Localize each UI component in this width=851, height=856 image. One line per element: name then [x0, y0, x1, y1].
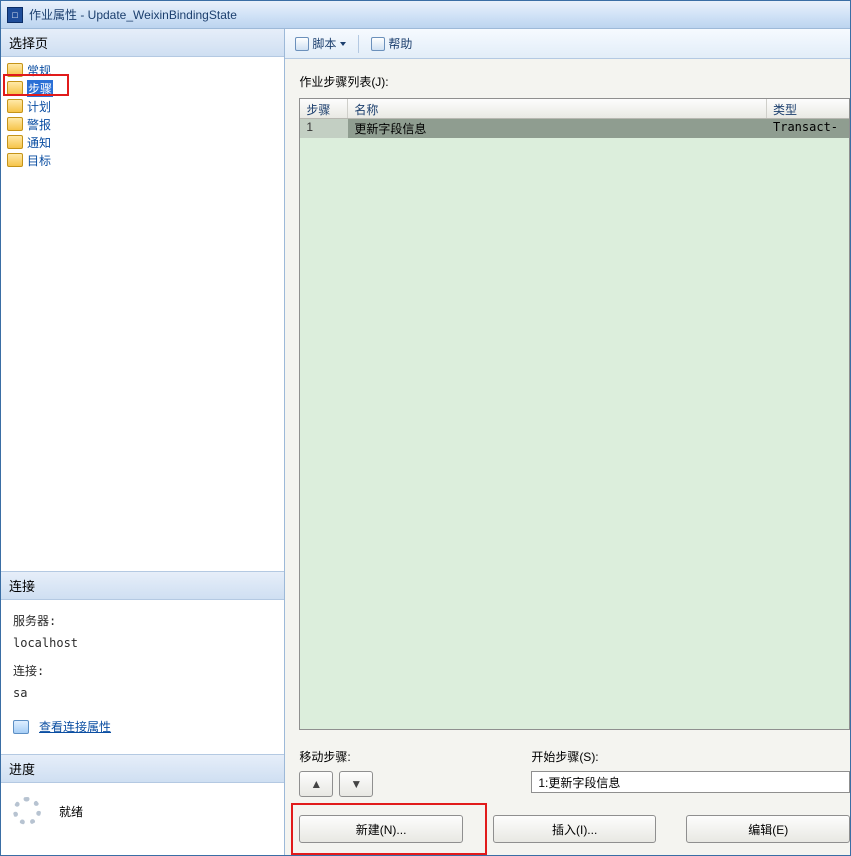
progress-section: 进度 就绪	[1, 754, 284, 855]
spinner-icon	[13, 797, 41, 825]
folder-icon	[7, 117, 23, 131]
server-label: 服务器:	[13, 612, 272, 630]
progress-status: 就绪	[59, 803, 83, 820]
start-step-select[interactable]: 1:更新字段信息	[531, 771, 850, 793]
cell-step: 1	[300, 119, 348, 138]
nav-label: 步骤	[27, 80, 53, 97]
cell-type: Transact-	[767, 119, 849, 138]
insert-button[interactable]: 插入(I)...	[493, 815, 657, 843]
edit-button[interactable]: 编辑(E)	[686, 815, 850, 843]
move-up-button[interactable]: ▲	[299, 771, 333, 797]
select-page-header: 选择页	[1, 29, 284, 57]
nav-label: 计划	[27, 98, 51, 115]
move-step-group: 移动步骤: ▲ ▼	[299, 748, 489, 797]
start-step-group: 开始步骤(S): 1:更新字段信息	[531, 748, 850, 797]
steps-grid[interactable]: 步骤 名称 类型 1 更新字段信息 Transact-	[299, 98, 850, 730]
new-button-label: 新建(N)...	[356, 821, 407, 838]
move-arrow-row: ▲ ▼	[299, 771, 489, 797]
help-button[interactable]: 帮助	[369, 33, 414, 54]
edit-button-label: 编辑(E)	[748, 821, 788, 838]
folder-icon	[7, 63, 23, 77]
arrow-down-icon: ▼	[350, 777, 362, 791]
nav-item-alerts[interactable]: 警报	[3, 115, 282, 133]
start-step-value: 1:更新字段信息	[538, 774, 620, 791]
nav-label: 通知	[27, 134, 51, 151]
bottom-controls: 移动步骤: ▲ ▼ 开始步骤(S): 1:	[299, 730, 850, 797]
right-panel: 脚本 帮助 作业步骤列表(J): 步骤 名称 类型	[285, 29, 850, 855]
insert-button-label: 插入(I)...	[552, 821, 597, 838]
main-content: 作业步骤列表(J): 步骤 名称 类型 1 更新字段信息 Transact-	[285, 59, 850, 855]
script-label: 脚本	[312, 35, 336, 52]
folder-icon	[7, 81, 23, 95]
start-step-label: 开始步骤(S):	[531, 748, 850, 765]
server-value: localhost	[13, 634, 272, 652]
new-button[interactable]: 新建(N)...	[299, 815, 463, 843]
nav-item-targets[interactable]: 目标	[3, 151, 282, 169]
toolbar-separator	[358, 35, 359, 53]
view-connection-properties-link[interactable]: 查看连接属性	[39, 718, 111, 736]
col-name[interactable]: 名称	[348, 99, 767, 118]
window-title: 作业属性 - Update_WeixinBindingState	[29, 6, 237, 23]
app-icon: □	[7, 7, 23, 23]
script-icon	[295, 37, 309, 51]
nav-item-schedules[interactable]: 计划	[3, 97, 282, 115]
nav-label: 常规	[27, 62, 51, 79]
connection-body: 服务器: localhost 连接: sa 查看连接属性	[1, 600, 284, 754]
toolbar: 脚本 帮助	[285, 29, 850, 59]
progress-body: 就绪	[1, 783, 284, 855]
nav-item-steps[interactable]: 步骤	[3, 79, 282, 97]
arrow-up-icon: ▲	[310, 777, 322, 791]
col-step[interactable]: 步骤	[300, 99, 348, 118]
conn-label: 连接:	[13, 662, 272, 680]
folder-icon	[7, 99, 23, 113]
grid-row[interactable]: 1 更新字段信息 Transact-	[300, 119, 849, 138]
job-properties-window: □ 作业属性 - Update_WeixinBindingState 选择页 常…	[0, 0, 851, 856]
step-list-label: 作业步骤列表(J):	[299, 73, 850, 90]
page-nav: 常规 步骤 计划 警报 通知	[1, 57, 284, 571]
move-step-label: 移动步骤:	[299, 748, 489, 765]
network-icon	[13, 720, 29, 734]
grid-header: 步骤 名称 类型	[300, 99, 849, 119]
chevron-down-icon	[340, 42, 346, 46]
progress-header: 进度	[1, 755, 284, 783]
help-icon	[371, 37, 385, 51]
grid-body[interactable]	[300, 138, 849, 729]
col-type[interactable]: 类型	[767, 99, 849, 118]
nav-item-general[interactable]: 常规	[3, 61, 282, 79]
nav-label: 警报	[27, 116, 51, 133]
folder-icon	[7, 135, 23, 149]
nav-item-notifications[interactable]: 通知	[3, 133, 282, 151]
connection-header: 连接	[1, 572, 284, 600]
conn-value: sa	[13, 684, 272, 702]
connection-section: 连接 服务器: localhost 连接: sa 查看连接属性	[1, 571, 284, 754]
title-bar[interactable]: □ 作业属性 - Update_WeixinBindingState	[1, 1, 850, 29]
folder-icon	[7, 153, 23, 167]
script-button[interactable]: 脚本	[293, 33, 348, 54]
help-label: 帮助	[388, 35, 412, 52]
cell-name: 更新字段信息	[348, 119, 767, 138]
left-panel: 选择页 常规 步骤 计划 警报	[1, 29, 285, 855]
move-down-button[interactable]: ▼	[339, 771, 373, 797]
button-row: 新建(N)... 插入(I)... 编辑(E)	[299, 815, 850, 843]
nav-label: 目标	[27, 152, 51, 169]
window-body: 选择页 常规 步骤 计划 警报	[1, 29, 850, 855]
